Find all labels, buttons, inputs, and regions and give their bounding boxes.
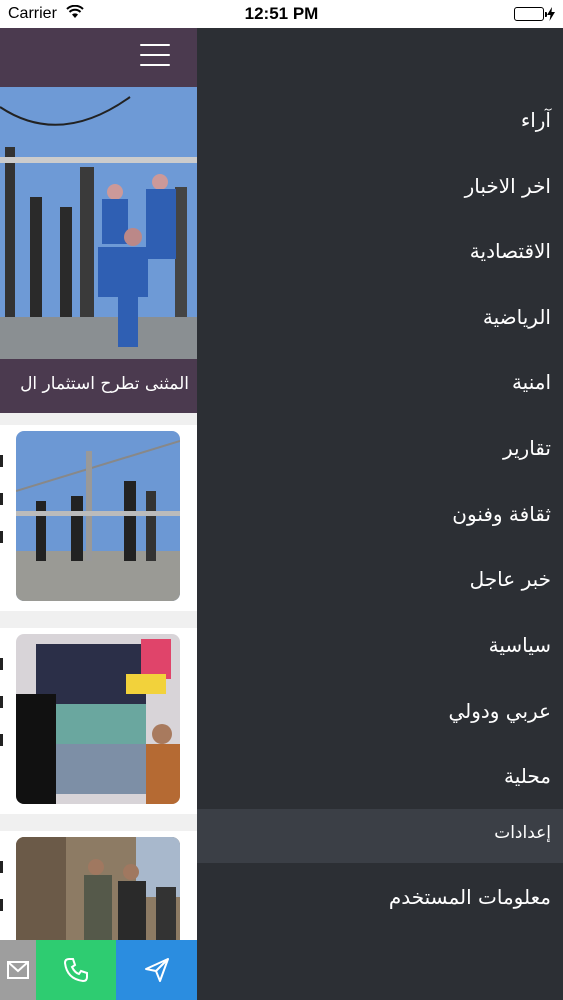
news-card[interactable]	[0, 628, 197, 814]
card-text-edge	[0, 658, 6, 772]
hero-image[interactable]	[0, 87, 197, 359]
email-button[interactable]	[0, 940, 36, 1000]
charging-bolt-icon	[547, 7, 555, 21]
drawer-item-user-info[interactable]: معلومات المستخدم	[389, 885, 551, 909]
side-drawer: آراء اخر الاخبار الاقتصادية الرياضية امن…	[197, 28, 563, 1000]
hero-caption[interactable]: المثنى تطرح استثمار ال	[0, 359, 197, 413]
app-header	[0, 28, 197, 87]
news-card[interactable]	[0, 425, 197, 611]
news-thumbnail	[16, 634, 180, 804]
phone-icon	[63, 958, 88, 983]
drawer-item-culture-arts[interactable]: ثقافة وفنون	[452, 502, 551, 526]
card-text-edge	[0, 861, 6, 937]
drawer-item-politics[interactable]: سياسية	[489, 633, 551, 657]
drawer-item-opinions[interactable]: آراء	[521, 108, 551, 132]
drawer-item-local[interactable]: محلية	[504, 764, 551, 788]
drawer-item-economy[interactable]: الاقتصادية	[470, 239, 551, 263]
paper-plane-icon	[144, 958, 169, 982]
news-thumbnail	[16, 431, 180, 601]
drawer-item-breaking-news[interactable]: خبر عاجل	[470, 567, 551, 591]
call-button[interactable]	[36, 940, 116, 1000]
drawer-item-security[interactable]: امنية	[512, 370, 551, 394]
settings-label: إعدادات	[494, 823, 551, 843]
bottom-action-bar	[0, 940, 197, 1000]
drawer-item-sports[interactable]: الرياضية	[483, 305, 551, 329]
status-bar: Carrier 12:51 PM	[0, 0, 563, 28]
mail-icon	[7, 961, 29, 979]
drawer-item-latest-news[interactable]: اخر الاخبار	[465, 174, 551, 198]
clock: 12:51 PM	[244, 4, 319, 23]
settings-section-header: إعدادات	[197, 809, 563, 863]
drawer-item-arab-international[interactable]: عربي ودولي	[448, 699, 551, 723]
card-text-edge	[0, 455, 6, 569]
battery-icon	[514, 7, 555, 21]
drawer-item-reports[interactable]: تقارير	[503, 436, 551, 460]
send-button[interactable]	[116, 940, 197, 1000]
main-screen: المثنى تطرح استثمار ال	[0, 28, 197, 1000]
hamburger-menu-icon[interactable]	[140, 44, 170, 68]
